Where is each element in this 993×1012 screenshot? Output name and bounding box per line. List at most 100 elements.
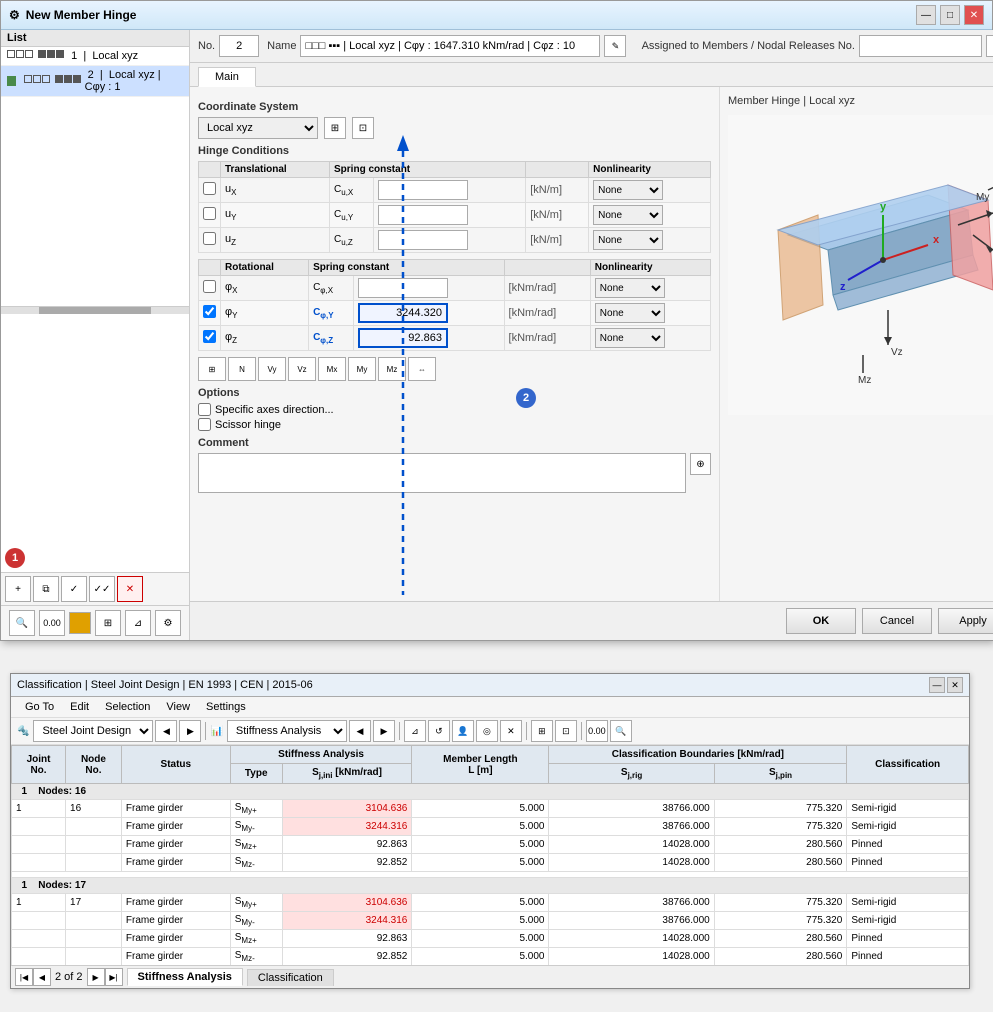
table-row[interactable]: 1 17 Frame girder SMy+ 3104.636 5.000 38… (12, 894, 969, 912)
cux-input[interactable] (378, 180, 468, 200)
toolbar-icon-4[interactable]: Vz (288, 357, 316, 381)
scissor-hinge-checkbox[interactable] (198, 418, 211, 431)
coord-select[interactable]: Local xyz Global XYZ (198, 117, 318, 139)
toolbar-icon-7[interactable]: Mz (378, 357, 406, 381)
settings-button[interactable]: ⚙ (155, 610, 181, 636)
toolbar-filter-btn[interactable]: ⊿ (404, 720, 426, 742)
menu-settings[interactable]: Settings (198, 699, 254, 715)
phiy-checkbox[interactable] (203, 305, 216, 318)
list-scrollbar[interactable] (1, 306, 189, 314)
class-2: Semi-rigid (847, 818, 969, 836)
no-input[interactable] (219, 35, 259, 57)
toolbar-arrow-left-1[interactable]: ◀ (155, 720, 177, 742)
menu-goto[interactable]: Go To (17, 699, 62, 715)
toolbar-icon-3[interactable]: Vy (258, 357, 286, 381)
uy-nonlin[interactable]: None (593, 205, 663, 225)
check-button[interactable]: ✓ (61, 576, 87, 602)
comment-textarea[interactable] (198, 453, 686, 493)
zero-button[interactable]: 0.00 (39, 610, 65, 636)
tab-classification[interactable]: Classification (247, 969, 334, 986)
close-button[interactable]: ✕ (964, 5, 984, 25)
uz-nonlin[interactable]: None (593, 230, 663, 250)
spin-4: 280.560 (714, 854, 847, 872)
assigned-edit-button[interactable]: … (986, 35, 993, 57)
toolbar-arrow-left-2[interactable]: ◀ (349, 720, 371, 742)
menu-view[interactable]: View (158, 699, 198, 715)
second-close[interactable]: ✕ (947, 677, 963, 693)
duplicate-button[interactable]: ⧉ (33, 576, 59, 602)
menu-edit[interactable]: Edit (62, 699, 97, 715)
toolbar-member-btn[interactable]: 👤 (452, 720, 474, 742)
table-row[interactable]: Frame girder SMy- 3244.316 5.000 38766.0… (12, 912, 969, 930)
zoom-button[interactable]: 🔍 (9, 610, 35, 636)
class-6: Semi-rigid (847, 912, 969, 930)
cancel-button[interactable]: Cancel (862, 608, 932, 634)
ok-button[interactable]: OK (786, 608, 856, 634)
cuz-input[interactable] (378, 230, 468, 250)
toolbar-icon-5[interactable]: Mx (318, 357, 346, 381)
toolbar-arrow-right-2[interactable]: ▶ (373, 720, 395, 742)
nav-next[interactable]: ▶ (87, 968, 105, 986)
table-row[interactable]: 1 16 Frame girder SMy+ 3104.636 5.000 38… (12, 800, 969, 818)
table-row[interactable]: Frame girder SMz+ 92.863 5.000 14028.000… (12, 836, 969, 854)
toolbar-search-btn[interactable]: 🔍 (610, 720, 632, 742)
toolbar-icon-8[interactable]: ⇔ (408, 357, 436, 381)
delete-button[interactable]: ✕ (117, 576, 143, 602)
minimize-button[interactable]: — (916, 5, 936, 25)
nav-prev[interactable]: ◀ (33, 968, 51, 986)
table-row[interactable]: Frame girder SMz- 92.852 5.000 14028.000… (12, 854, 969, 872)
toolbar-cross-btn[interactable]: ✕ (500, 720, 522, 742)
group-label-1: 1 Nodes: 16 (12, 784, 969, 800)
name-edit-button[interactable]: ✎ (604, 35, 626, 57)
table-row[interactable]: Frame girder SMz- 92.852 5.000 14028.000… (12, 948, 969, 966)
toolbar-refresh-btn[interactable]: ↺ (428, 720, 450, 742)
toolbar-icon-6[interactable]: My (348, 357, 376, 381)
menu-selection[interactable]: Selection (97, 699, 158, 715)
ux-checkbox[interactable] (203, 182, 216, 195)
toolbar-export-btn[interactable]: ⊡ (555, 720, 577, 742)
toolbar-num-btn[interactable]: 0.00 (586, 720, 608, 742)
list-item-1[interactable]: 1 | Local xyz (1, 47, 189, 66)
cphix-input[interactable] (358, 278, 448, 298)
filter-button[interactable]: ⊿ (125, 610, 151, 636)
phiz-nonlin[interactable]: None (595, 328, 665, 348)
table-row: φY Cφ,Y [kNm/rad] None (199, 301, 711, 326)
table-row[interactable]: Frame girder SMz+ 92.863 5.000 14028.000… (12, 930, 969, 948)
nav-last[interactable]: ▶| (105, 968, 123, 986)
table-row[interactable]: Frame girder SMy- 3244.316 5.000 38766.0… (12, 818, 969, 836)
toolbar-table-btn[interactable]: ⊞ (531, 720, 553, 742)
specific-axes-checkbox[interactable] (198, 403, 211, 416)
grid-button[interactable]: ⊞ (95, 610, 121, 636)
color-button[interactable] (69, 612, 91, 634)
uy-checkbox[interactable] (203, 207, 216, 220)
toolbar-icon-1[interactable]: ⊞ (198, 357, 226, 381)
phiz-checkbox[interactable] (203, 330, 216, 343)
phix-checkbox[interactable] (203, 280, 216, 293)
second-minimize[interactable]: — (929, 677, 945, 693)
add-button[interactable]: + (5, 576, 31, 602)
toolbar-select-1[interactable]: Steel Joint Design (33, 720, 153, 742)
toolbar-select-2[interactable]: Stiffness Analysis (227, 720, 347, 742)
list-item-2[interactable]: 2 | Local xyz | Cφy : 1 (1, 66, 189, 97)
tab-stiffness-analysis[interactable]: Stiffness Analysis (127, 968, 243, 986)
uz-checkbox[interactable] (203, 232, 216, 245)
phix-nonlin[interactable]: None (595, 278, 665, 298)
cuy-input[interactable] (378, 205, 468, 225)
nav-first[interactable]: |◀ (15, 968, 33, 986)
phiy-nonlin[interactable]: None (595, 303, 665, 323)
toolbar-node-btn[interactable]: ◎ (476, 720, 498, 742)
tab-main[interactable]: Main (198, 67, 256, 87)
ux-nonlin[interactable]: None (593, 180, 663, 200)
cphiz-input[interactable] (358, 328, 448, 348)
apply-button[interactable]: Apply (938, 608, 993, 634)
toolbar-arrow-right-1[interactable]: ▶ (179, 720, 201, 742)
cphiy-input[interactable] (358, 303, 448, 323)
col-check-trans (199, 162, 221, 178)
restore-button[interactable]: □ (940, 5, 960, 25)
toolbar-icon-2[interactable]: N (228, 357, 256, 381)
check-all-button[interactable]: ✓✓ (89, 576, 115, 602)
name-input[interactable] (300, 35, 600, 57)
coord-button-2[interactable]: ⊡ (352, 117, 374, 139)
coord-button-1[interactable]: ⊞ (324, 117, 346, 139)
comment-copy-button[interactable]: ⊕ (690, 453, 711, 475)
